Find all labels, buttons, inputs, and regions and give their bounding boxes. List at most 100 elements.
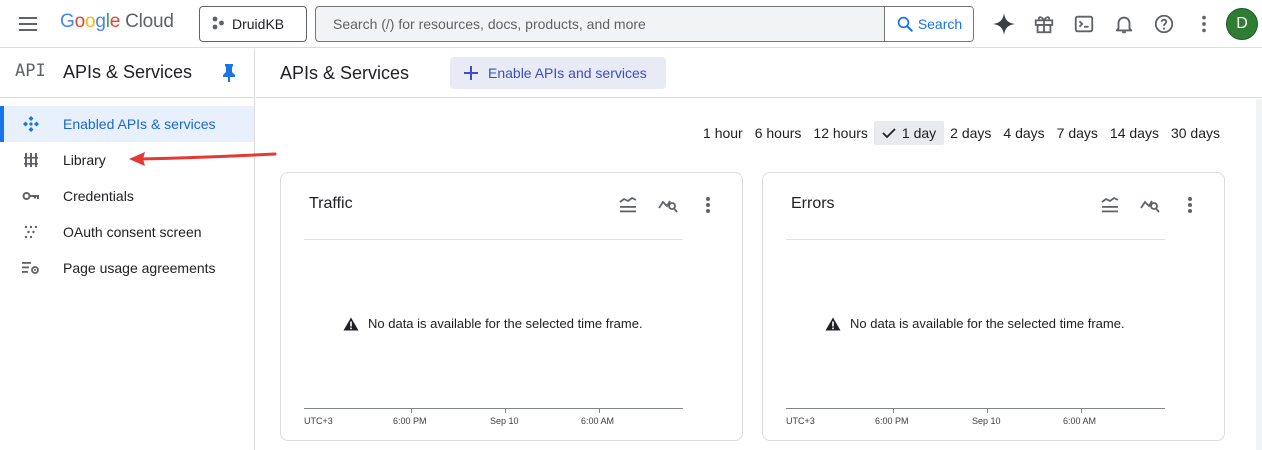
project-name: DruidKB bbox=[232, 16, 285, 32]
api-product-icon: API bbox=[15, 61, 46, 81]
x-tick bbox=[1081, 409, 1082, 413]
x-tick bbox=[599, 409, 600, 413]
no-data-message: No data is available for the selected ti… bbox=[343, 316, 643, 331]
time-range-label: 6 hours bbox=[754, 125, 802, 141]
project-picker-button[interactable]: DruidKB bbox=[199, 6, 307, 42]
sidebar-item-label: OAuth consent screen bbox=[63, 224, 202, 240]
time-range-2d[interactable]: 2 days bbox=[944, 121, 997, 145]
gemini-sparkle-icon[interactable] bbox=[984, 8, 1024, 40]
time-range-label: 1 hour bbox=[703, 125, 743, 141]
main-header: APIs & Services Enable APIs and services bbox=[256, 49, 1262, 98]
search-button-label: Search bbox=[917, 16, 963, 32]
x-axis bbox=[786, 408, 1165, 409]
x-tick-label: 6:00 AM bbox=[1063, 416, 1097, 426]
search-button[interactable]: Search bbox=[884, 7, 973, 41]
gift-icon[interactable] bbox=[1024, 8, 1064, 40]
pin-icon[interactable] bbox=[221, 63, 237, 88]
sidebar-item-credentials[interactable]: Credentials bbox=[0, 178, 254, 214]
sidebar-item-label: Page usage agreements bbox=[63, 260, 216, 276]
sidebar-nav: Enabled APIs & services Library Credenti… bbox=[0, 98, 254, 286]
time-range-14d[interactable]: 14 days bbox=[1104, 121, 1165, 145]
card-title: Traffic bbox=[309, 195, 353, 212]
x-tick bbox=[411, 409, 412, 413]
enabled-apis-icon bbox=[22, 115, 40, 133]
traffic-card: Traffic No data is available for the sel… bbox=[280, 172, 743, 441]
help-icon[interactable] bbox=[1144, 8, 1184, 40]
plus-icon bbox=[464, 66, 478, 80]
x-tick-label: Sep 10 bbox=[972, 416, 1001, 426]
x-tick bbox=[505, 409, 506, 413]
card-tools bbox=[612, 193, 724, 217]
enable-apis-label: Enable APIs and services bbox=[488, 65, 647, 81]
legend-toggle-icon[interactable] bbox=[1094, 193, 1126, 217]
warning-icon bbox=[343, 317, 359, 330]
google-cloud-logo[interactable]: Google Cloud bbox=[60, 11, 174, 33]
x-tick-label: UTC+3 bbox=[786, 416, 815, 426]
more-vert-icon[interactable] bbox=[1184, 8, 1224, 40]
cloud-shell-terminal-icon[interactable] bbox=[1064, 8, 1104, 40]
time-range-label: 30 days bbox=[1170, 125, 1220, 141]
time-range-4d[interactable]: 4 days bbox=[997, 121, 1050, 145]
check-icon bbox=[882, 128, 896, 139]
time-range-label: 4 days bbox=[1003, 125, 1045, 141]
no-data-text: No data is available for the selected ti… bbox=[368, 316, 643, 331]
explore-chart-icon[interactable] bbox=[652, 193, 684, 217]
page-title: APIs & Services bbox=[280, 63, 410, 83]
enable-apis-button[interactable]: Enable APIs and services bbox=[450, 57, 666, 89]
more-vert-icon[interactable] bbox=[1174, 193, 1206, 217]
x-tick-label: UTC+3 bbox=[304, 416, 333, 426]
x-tick-label: 6:00 PM bbox=[875, 416, 909, 426]
settings-list-icon bbox=[22, 259, 40, 277]
x-tick bbox=[893, 409, 894, 413]
sidebar-header: API APIs & Services bbox=[0, 49, 254, 98]
hamburger-menu-icon[interactable] bbox=[16, 12, 40, 36]
time-range-12h[interactable]: 12 hours bbox=[807, 121, 873, 145]
top-bar: Google Cloud DruidKB Search (/) for reso… bbox=[0, 0, 1262, 48]
no-data-message: No data is available for the selected ti… bbox=[825, 316, 1125, 331]
sidebar-title: APIs & Services bbox=[63, 62, 193, 82]
search-bar: Search bbox=[315, 6, 974, 42]
time-range-selector: 1 hour 6 hours 12 hours 1 day 2 days 4 d… bbox=[697, 121, 1226, 145]
time-range-1d[interactable]: 1 day bbox=[873, 121, 945, 145]
card-tools bbox=[1094, 193, 1206, 217]
sidebar-item-oauth-consent[interactable]: OAuth consent screen bbox=[0, 214, 254, 250]
legend-toggle-icon[interactable] bbox=[612, 193, 644, 217]
time-range-label: 1 day bbox=[901, 125, 937, 141]
sidebar-item-label: Library bbox=[63, 152, 106, 168]
no-data-text: No data is available for the selected ti… bbox=[850, 316, 1125, 331]
time-range-label: 2 days bbox=[950, 125, 992, 141]
search-input[interactable] bbox=[316, 7, 884, 41]
sidebar-item-label: Enabled APIs & services bbox=[63, 116, 216, 132]
time-range-7d[interactable]: 7 days bbox=[1051, 121, 1104, 145]
library-icon bbox=[22, 151, 40, 169]
sidebar-item-label: Credentials bbox=[63, 188, 134, 204]
time-range-label: 14 days bbox=[1109, 125, 1159, 141]
time-range-6h[interactable]: 6 hours bbox=[749, 121, 808, 145]
scrollbar[interactable] bbox=[1256, 99, 1262, 450]
project-hierarchy-icon bbox=[212, 16, 224, 33]
time-range-label: 7 days bbox=[1056, 125, 1098, 141]
x-tick-label: 6:00 PM bbox=[393, 416, 427, 426]
x-tick bbox=[987, 409, 988, 413]
search-icon bbox=[897, 16, 913, 32]
main-content: APIs & Services Enable APIs and services… bbox=[256, 49, 1262, 450]
oauth-dots-icon bbox=[22, 223, 40, 241]
x-tick-label: Sep 10 bbox=[490, 416, 519, 426]
more-vert-icon[interactable] bbox=[692, 193, 724, 217]
avatar[interactable]: D bbox=[1226, 8, 1258, 40]
card-divider bbox=[786, 239, 1165, 240]
explore-chart-icon[interactable] bbox=[1134, 193, 1166, 217]
notifications-bell-icon[interactable] bbox=[1104, 8, 1144, 40]
card-title: Errors bbox=[791, 195, 835, 212]
sidebar-item-page-usage[interactable]: Page usage agreements bbox=[0, 250, 254, 286]
x-axis bbox=[304, 408, 683, 409]
key-icon bbox=[22, 187, 40, 205]
time-range-30d[interactable]: 30 days bbox=[1165, 121, 1226, 145]
card-divider bbox=[304, 239, 683, 240]
warning-icon bbox=[825, 317, 841, 330]
x-tick-label: 6:00 AM bbox=[581, 416, 615, 426]
time-range-1h[interactable]: 1 hour bbox=[697, 121, 749, 145]
sidebar: API APIs & Services Enabled APIs & servi… bbox=[0, 49, 255, 450]
top-icons bbox=[984, 8, 1224, 40]
sidebar-item-enabled-apis[interactable]: Enabled APIs & services bbox=[0, 106, 254, 142]
